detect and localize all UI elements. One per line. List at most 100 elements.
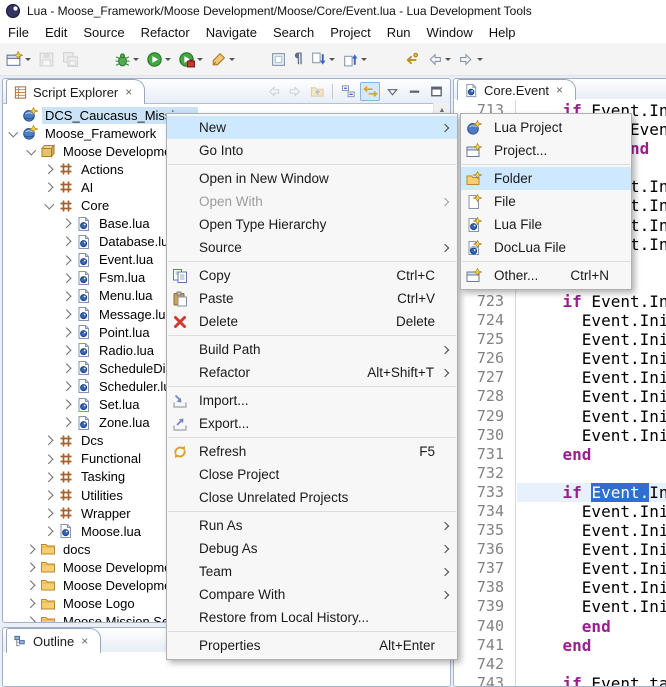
code-line-731[interactable]: end: [517, 445, 666, 464]
menu-item-folder[interactable]: Folder: [461, 167, 631, 190]
chevron-right-icon[interactable]: [61, 271, 74, 284]
code-line-732[interactable]: [517, 464, 666, 483]
chevron-down-icon[interactable]: [43, 199, 56, 212]
previous-annotation-button[interactable]: [340, 46, 369, 72]
chevron-right-icon[interactable]: [43, 525, 56, 538]
maximize-button[interactable]: [426, 82, 446, 101]
menu-item-project[interactable]: Project...: [461, 139, 631, 162]
dropdown-arrow-icon[interactable]: [361, 58, 367, 64]
chevron-right-icon[interactable]: [61, 217, 74, 230]
show-whitespace-button[interactable]: ¶: [292, 46, 305, 72]
nav-up-button[interactable]: [307, 82, 327, 101]
chevron-right-icon[interactable]: [61, 362, 74, 375]
menu-item-open-type-hierarchy[interactable]: Open Type Hierarchy: [167, 213, 457, 236]
chevron-right-icon[interactable]: [61, 326, 74, 339]
menu-item-paste[interactable]: PasteCtrl+V: [167, 287, 457, 310]
menu-file[interactable]: File: [0, 23, 37, 42]
tab-core-event[interactable]: Core.Event ×: [457, 79, 576, 100]
chevron-right-icon[interactable]: [25, 579, 38, 592]
chevron-right-icon[interactable]: [43, 507, 56, 520]
nav-forward-button[interactable]: [285, 82, 305, 101]
menu-item-open-with[interactable]: Open With: [167, 190, 457, 213]
code-line-735[interactable]: Event.IniUnit = UNIT:F: [517, 521, 666, 540]
dropdown-arrow-icon[interactable]: [229, 58, 235, 64]
new-wizard-button[interactable]: [4, 46, 33, 72]
debug-button[interactable]: [112, 46, 141, 72]
menu-item-lua-project[interactable]: Lua Project: [461, 116, 631, 139]
code-line-730[interactable]: Event.IniTypeName = Ev: [517, 426, 666, 445]
menu-edit[interactable]: Edit: [37, 23, 75, 42]
menu-item-import[interactable]: Import...: [167, 389, 457, 412]
chevron-right-icon[interactable]: [25, 561, 38, 574]
chevron-right-icon[interactable]: [25, 597, 38, 610]
code-line-724[interactable]: Event.IniDCSUnitName =: [517, 311, 666, 330]
dropdown-arrow-icon[interactable]: [165, 58, 171, 64]
chevron-right-icon[interactable]: [61, 235, 74, 248]
chevron-right-icon[interactable]: [43, 470, 56, 483]
code-line-726[interactable]: Event.IniDCSGroup = Ev: [517, 349, 666, 368]
menu-item-delete[interactable]: DeleteDelete: [167, 310, 457, 333]
menu-item-lua-file[interactable]: Lua File: [461, 213, 631, 236]
menu-item-go-into[interactable]: Go Into: [167, 139, 457, 162]
tab-script-explorer[interactable]: Script Explorer ×: [6, 79, 145, 104]
menu-item-export[interactable]: Export...: [167, 412, 457, 435]
back-button[interactable]: [424, 46, 453, 72]
close-icon[interactable]: ×: [125, 85, 132, 99]
code-line-736[interactable]: Event.IniDCSGroup = Ev: [517, 540, 666, 559]
chevron-right-icon[interactable]: [43, 163, 56, 176]
link-with-editor-button[interactable]: [360, 82, 380, 101]
menu-item-restore-from-local-history[interactable]: Restore from Local History...: [167, 606, 457, 629]
menu-search[interactable]: Search: [265, 23, 322, 42]
menu-item-run-as[interactable]: Run As: [167, 514, 457, 537]
code-line-738[interactable]: Event.IniPlayerName =: [517, 578, 666, 597]
code-line-725[interactable]: Event.IniUnit = UNIT:F: [517, 330, 666, 349]
menu-run[interactable]: Run: [379, 23, 419, 42]
close-icon[interactable]: ×: [81, 634, 88, 648]
menu-item-refactor[interactable]: RefactorAlt+Shift+T: [167, 361, 457, 384]
close-icon[interactable]: ×: [556, 83, 563, 97]
menu-item-close-unrelated-projects[interactable]: Close Unrelated Projects: [167, 486, 457, 509]
nav-back-button[interactable]: [263, 82, 283, 101]
code-line-740[interactable]: end: [517, 617, 666, 636]
dropdown-arrow-icon[interactable]: [133, 58, 139, 64]
menu-item-file[interactable]: File: [461, 190, 631, 213]
code-line-734[interactable]: Event.IniDCSUnitName =: [517, 502, 666, 521]
profile-button[interactable]: [176, 46, 205, 72]
code-line-742[interactable]: [517, 655, 666, 674]
code-line-733[interactable]: if Event.IniDCSUnit: [517, 483, 666, 502]
menu-item-copy[interactable]: CopyCtrl+C: [167, 264, 457, 287]
chevron-right-icon[interactable]: [61, 416, 74, 429]
save-all-button[interactable]: [60, 46, 81, 72]
run-button[interactable]: [144, 46, 173, 72]
collapse-all-button[interactable]: [338, 82, 358, 101]
chevron-right-icon[interactable]: [61, 253, 74, 266]
menu-project[interactable]: Project: [322, 23, 378, 42]
chevron-right-icon[interactable]: [61, 344, 74, 357]
mark-occurrences-button[interactable]: [268, 46, 289, 72]
menu-item-debug-as[interactable]: Debug As: [167, 537, 457, 560]
menu-item-refresh[interactable]: RefreshF5: [167, 440, 457, 463]
code-line-737[interactable]: Event.IniDCSGroupName: [517, 559, 666, 578]
chevron-right-icon[interactable]: [61, 380, 74, 393]
menu-item-new[interactable]: New: [167, 116, 457, 139]
code-line-743[interactable]: if Event.target th: [517, 674, 666, 687]
next-annotation-button[interactable]: [308, 46, 337, 72]
code-line-739[interactable]: Event.IniCategory = Ev: [517, 597, 666, 616]
chevron-down-icon[interactable]: [7, 127, 20, 140]
menu-item-build-path[interactable]: Build Path: [167, 338, 457, 361]
menu-help[interactable]: Help: [481, 23, 524, 42]
chevron-right-icon[interactable]: [43, 434, 56, 447]
tab-outline[interactable]: Outline ×: [6, 628, 101, 653]
forward-button[interactable]: [456, 46, 485, 72]
dropdown-arrow-icon[interactable]: [197, 58, 203, 64]
menu-item-properties[interactable]: PropertiesAlt+Enter: [167, 634, 457, 657]
chevron-right-icon[interactable]: [61, 289, 74, 302]
chevron-right-icon[interactable]: [25, 615, 38, 622]
code-line-727[interactable]: Event.IniDCSGroupName: [517, 368, 666, 387]
menu-item-doclua-file[interactable]: @DocLua File: [461, 236, 631, 259]
title-bar[interactable]: Lua - Moose_Framework/Moose Development/…: [0, 0, 666, 22]
external-tools-button[interactable]: [208, 46, 237, 72]
code-line-728[interactable]: Event.IniPlayerName =: [517, 387, 666, 406]
menu-item-compare-with[interactable]: Compare With: [167, 583, 457, 606]
last-edit-location-button[interactable]: [400, 46, 421, 72]
